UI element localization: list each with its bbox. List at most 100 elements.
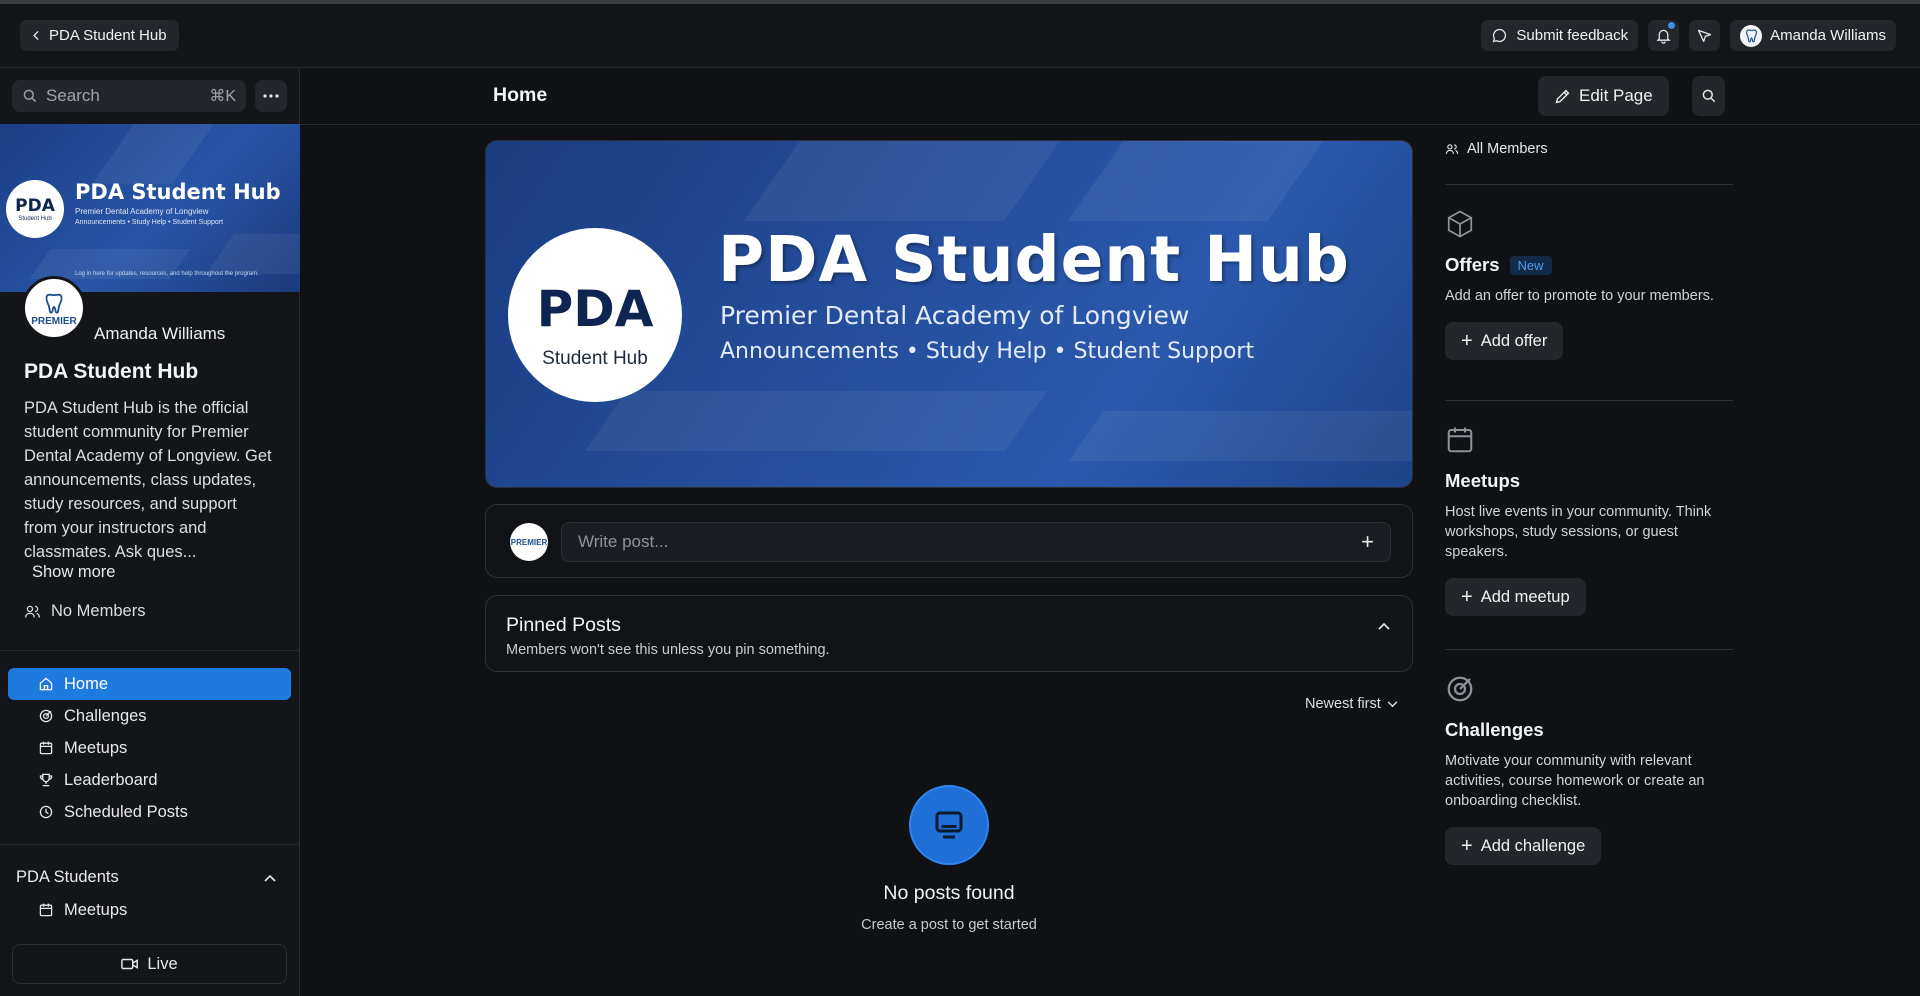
notification-dot <box>1666 20 1678 31</box>
meetups-description: Host live events in your community. Thin… <box>1445 504 1712 560</box>
nav-item-section-meetups[interactable]: Meetups <box>8 894 291 926</box>
live-button[interactable]: Live <box>12 944 287 984</box>
calendar-icon <box>39 741 53 755</box>
sidebar: Search ⌘K PDA Student Hub PDA Student Hu… <box>0 68 300 996</box>
nav-item-meetups[interactable]: Meetups <box>8 732 291 764</box>
hero-title: PDA Student Hub <box>718 223 1350 296</box>
community-banner: PDA Student Hub PDA Student Hub Premier … <box>0 124 300 292</box>
monitor-icon <box>935 811 963 839</box>
challenges-title: Challenges <box>1445 719 1733 741</box>
submit-feedback-label: Submit feedback <box>1516 27 1629 44</box>
sort-label: Newest first <box>1305 696 1381 712</box>
home-icon <box>39 677 53 691</box>
chevron-up-icon[interactable] <box>1378 622 1390 630</box>
pencil-icon <box>1555 89 1570 103</box>
nav-item-leaderboard[interactable]: Leaderboard <box>8 764 291 796</box>
avatar-text: PREMIER <box>510 537 548 547</box>
nav-label: Challenges <box>64 706 147 725</box>
target-icon <box>1447 676 1473 702</box>
write-post-placeholder: Write post... <box>578 532 669 551</box>
profile-name: Amanda Williams <box>94 324 226 343</box>
notifications-button[interactable] <box>1648 20 1680 51</box>
nav-label: Meetups <box>64 900 128 919</box>
send-button[interactable] <box>1689 20 1721 51</box>
sidebar-divider <box>0 844 300 845</box>
trophy-icon <box>39 773 53 787</box>
challenges-block: Challenges Motivate your community with … <box>1445 674 1733 865</box>
add-meetup-button[interactable]: + Add meetup <box>1445 578 1586 616</box>
calendar-icon <box>1447 427 1473 453</box>
banner-logo: PDA Student Hub <box>6 180 64 238</box>
write-post-input[interactable]: Write post... + <box>561 522 1391 562</box>
page-title: Home <box>493 84 548 106</box>
chevron-up-icon <box>264 874 276 882</box>
search-box[interactable]: Search ⌘K <box>12 80 246 112</box>
add-offer-button[interactable]: + Add offer <box>1445 322 1564 360</box>
meetups-title-text: Meetups <box>1445 470 1521 491</box>
message-icon <box>1493 28 1507 43</box>
more-options-button[interactable] <box>255 80 287 112</box>
banner-tagline: Announcements • Study Help • Student Sup… <box>75 219 224 226</box>
write-post-avatar: PREMIER <box>510 523 548 561</box>
user-avatar <box>1740 24 1763 47</box>
top-bar: PDA Student Hub Submit feedback Amanda W… <box>0 4 1920 68</box>
hero-logo-subtext: Student Hub <box>542 348 648 369</box>
pinned-posts-title: Pinned Posts <box>506 614 621 636</box>
section-header-pda-students[interactable]: PDA Students <box>16 868 276 887</box>
nav-item-home[interactable]: Home <box>8 668 291 700</box>
offers-title: Offers New <box>1445 254 1733 276</box>
banner-logo-subtext: Student Hub <box>18 216 52 222</box>
tooth-icon <box>1745 29 1757 43</box>
challenges-title-text: Challenges <box>1445 719 1544 740</box>
search-placeholder: Search <box>46 86 100 105</box>
nav-item-challenges[interactable]: Challenges <box>8 700 291 732</box>
submit-feedback-button[interactable]: Submit feedback <box>1481 20 1639 51</box>
empty-state-title: No posts found <box>883 882 1015 904</box>
pinned-posts-card[interactable]: Pinned Posts Members won't see this unle… <box>485 595 1413 672</box>
members-count[interactable]: No Members <box>24 602 145 621</box>
plus-icon[interactable]: + <box>1361 529 1374 555</box>
nav-item-scheduled-posts[interactable]: Scheduled Posts <box>8 796 291 828</box>
clock-icon <box>39 805 53 819</box>
chevron-left-icon <box>33 30 39 41</box>
nav-label: Home <box>64 674 109 693</box>
tooth-icon <box>45 293 63 314</box>
search-icon <box>23 89 37 103</box>
banner-title: PDA Student Hub <box>75 180 281 204</box>
hero-logo-text: PDA <box>536 280 654 338</box>
empty-state-subtitle: Create a post to get started <box>861 917 1037 933</box>
show-more-link[interactable]: Show more <box>32 563 115 582</box>
all-members-link[interactable]: All Members <box>1445 141 1548 157</box>
box-icon <box>1447 210 1473 238</box>
section-title: PDA Students <box>16 868 119 886</box>
search-icon <box>1702 89 1715 103</box>
banner-subtitle: Premier Dental Academy of Longview <box>75 207 209 216</box>
all-members-label: All Members <box>1467 141 1548 157</box>
new-badge: New <box>1509 255 1552 275</box>
search-shortcut: ⌘K <box>209 88 236 105</box>
video-icon <box>121 958 139 970</box>
plus-icon: + <box>1461 585 1473 608</box>
main-header: Home Edit Page <box>300 68 1920 125</box>
page-search-button[interactable] <box>1692 76 1725 116</box>
avatar-text: PREMIER <box>31 315 77 327</box>
add-challenge-label: Add challenge <box>1480 836 1586 855</box>
meetups-block: Meetups Host live events in your communi… <box>1445 425 1733 616</box>
back-button[interactable]: PDA Student Hub <box>20 20 179 51</box>
rail-divider <box>1445 400 1733 401</box>
hero-banner: PDA Student Hub PDA Student Hub Premier … <box>485 140 1413 488</box>
hub-title: PDA Student Hub <box>24 360 199 383</box>
members-label: No Members <box>51 602 146 620</box>
add-challenge-button[interactable]: + Add challenge <box>1445 827 1602 865</box>
sort-dropdown[interactable]: Newest first <box>1305 696 1398 712</box>
user-menu-button[interactable]: Amanda Williams <box>1730 20 1896 51</box>
edit-page-label: Edit Page <box>1579 86 1653 105</box>
write-post-card: PREMIER Write post... + <box>485 504 1413 578</box>
edit-page-button[interactable]: Edit Page <box>1538 76 1669 116</box>
sidebar-nav: Home Challenges Meetups Leaderboard Sche… <box>8 668 291 828</box>
plus-icon: + <box>1461 834 1473 857</box>
empty-state-icon <box>909 785 989 865</box>
banner-footer: Log in here for updates, resources, and … <box>75 271 259 277</box>
pinned-posts-subtitle: Members won't see this unless you pin so… <box>506 642 830 658</box>
calendar-icon <box>39 903 53 917</box>
